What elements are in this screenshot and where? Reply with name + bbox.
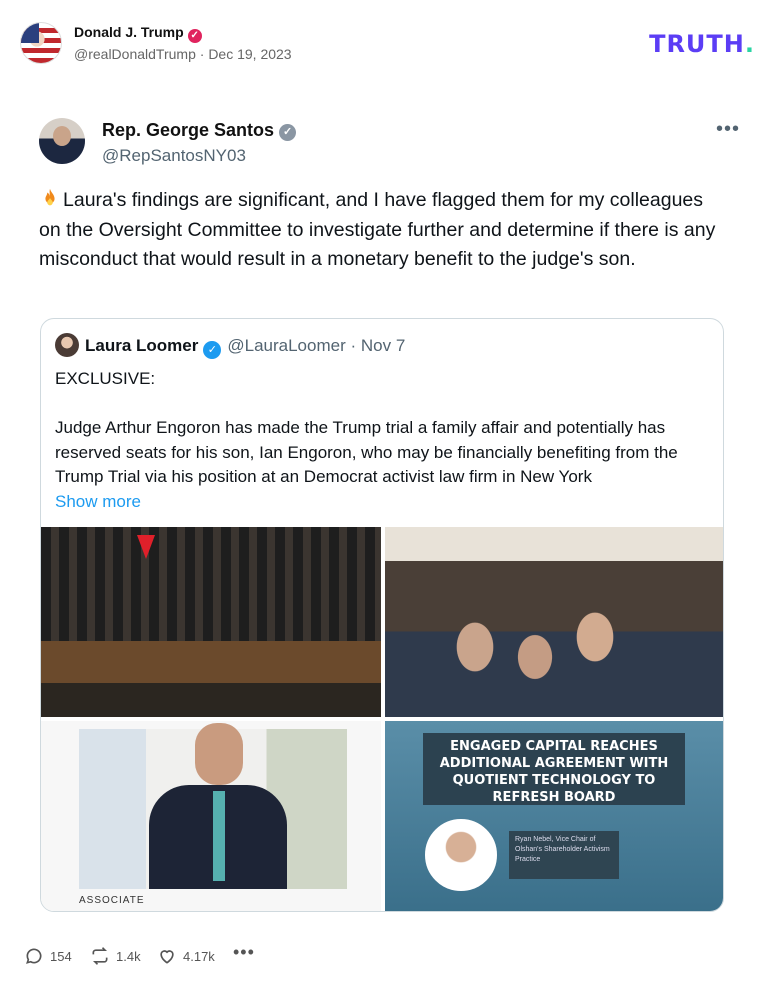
quoted-text: EXCLUSIVE: Judge Arthur Engoron has made… <box>55 367 715 514</box>
brand-text: TRUTH <box>649 30 745 58</box>
verified-gray-icon: ✓ <box>279 124 297 141</box>
author-handle[interactable]: @realDonaldTrump <box>74 46 196 62</box>
truth-logo[interactable]: TRUTH. <box>649 30 755 58</box>
repost-count: 1.4k <box>116 949 141 964</box>
more-options-icon: ••• <box>715 118 740 140</box>
embedded-avatar <box>39 118 85 164</box>
author-name-text[interactable]: Donald J. Trump <box>74 24 184 40</box>
image-grid: ASSOCIATE ENGAGED CAPITAL REACHES ADDITI… <box>41 527 723 911</box>
verified-badge-icon: ✓ <box>187 29 202 43</box>
show-more-link: Show more <box>55 491 141 511</box>
fire-icon <box>45 188 55 206</box>
associate-caption: ASSOCIATE <box>79 895 145 906</box>
headshot-circle <box>425 819 497 891</box>
press-release-banner: ENGAGED CAPITAL REACHES ADDITIONAL AGREE… <box>423 733 685 805</box>
post-date[interactable]: Dec 19, 2023 <box>208 46 291 62</box>
quoted-meta: @LauraLoomer · Nov 7 <box>227 336 406 355</box>
quoted-author-name: Laura Loomer <box>85 336 199 355</box>
like-count: 4.17k <box>183 949 215 964</box>
author-name[interactable]: Donald J. Trump ✓ <box>74 24 202 43</box>
brand-dot: . <box>744 30 755 58</box>
quoted-post-header: Laura Loomer ✓ @LauraLoomer · Nov 7 <box>55 333 406 359</box>
red-arrow-icon <box>137 535 155 559</box>
embedded-author-name: Rep. George Santos ✓ <box>102 120 297 141</box>
embedded-handle: @RepSantosNY03 <box>102 146 246 165</box>
embedded-name-text: Rep. George Santos <box>102 120 275 140</box>
courtroom-photo <box>41 527 381 717</box>
quoted-date: Nov 7 <box>360 336 406 355</box>
quoted-post: Laura Loomer ✓ @LauraLoomer · Nov 7 EXCLUS… <box>40 318 724 912</box>
press-release-graphic: ENGAGED CAPITAL REACHES ADDITIONAL AGREE… <box>385 721 723 911</box>
reply-icon <box>26 948 42 964</box>
quoted-body: Judge Arthur Engoron has made the Trump … <box>55 418 678 486</box>
repost-button[interactable]: 1.4k <box>90 946 141 970</box>
heart-icon <box>160 950 174 964</box>
portrait-head <box>195 723 243 785</box>
repost-icon <box>92 947 108 965</box>
reply-count: 154 <box>50 949 72 964</box>
embedded-text: Laura's findings are significant, and I … <box>39 186 729 275</box>
quoted-avatar <box>55 333 79 357</box>
embedded-text-body: Laura's findings are significant, and I … <box>39 189 716 270</box>
post-header: Donald J. Trump ✓ @realDonaldTrump · Dec … <box>20 20 757 66</box>
like-button[interactable]: 4.17k <box>157 946 215 970</box>
associate-portrait-photo: ASSOCIATE <box>41 721 381 911</box>
author-handle-date: @realDonaldTrump · Dec 19, 2023 <box>74 46 292 62</box>
more-actions-button[interactable]: ••• <box>233 942 255 966</box>
reply-button[interactable]: 154 <box>24 946 72 970</box>
gallery-audience-photo <box>385 527 723 717</box>
tie-shape <box>213 791 225 881</box>
quoted-label: EXCLUSIVE: <box>55 369 156 388</box>
headshot-caption: Ryan Nebel, Vice Chair of Olshan's Share… <box>509 831 619 879</box>
quoted-handle: @LauraLoomer <box>227 336 346 355</box>
author-avatar[interactable] <box>20 22 62 64</box>
verified-blue-icon: ✓ <box>203 341 222 359</box>
